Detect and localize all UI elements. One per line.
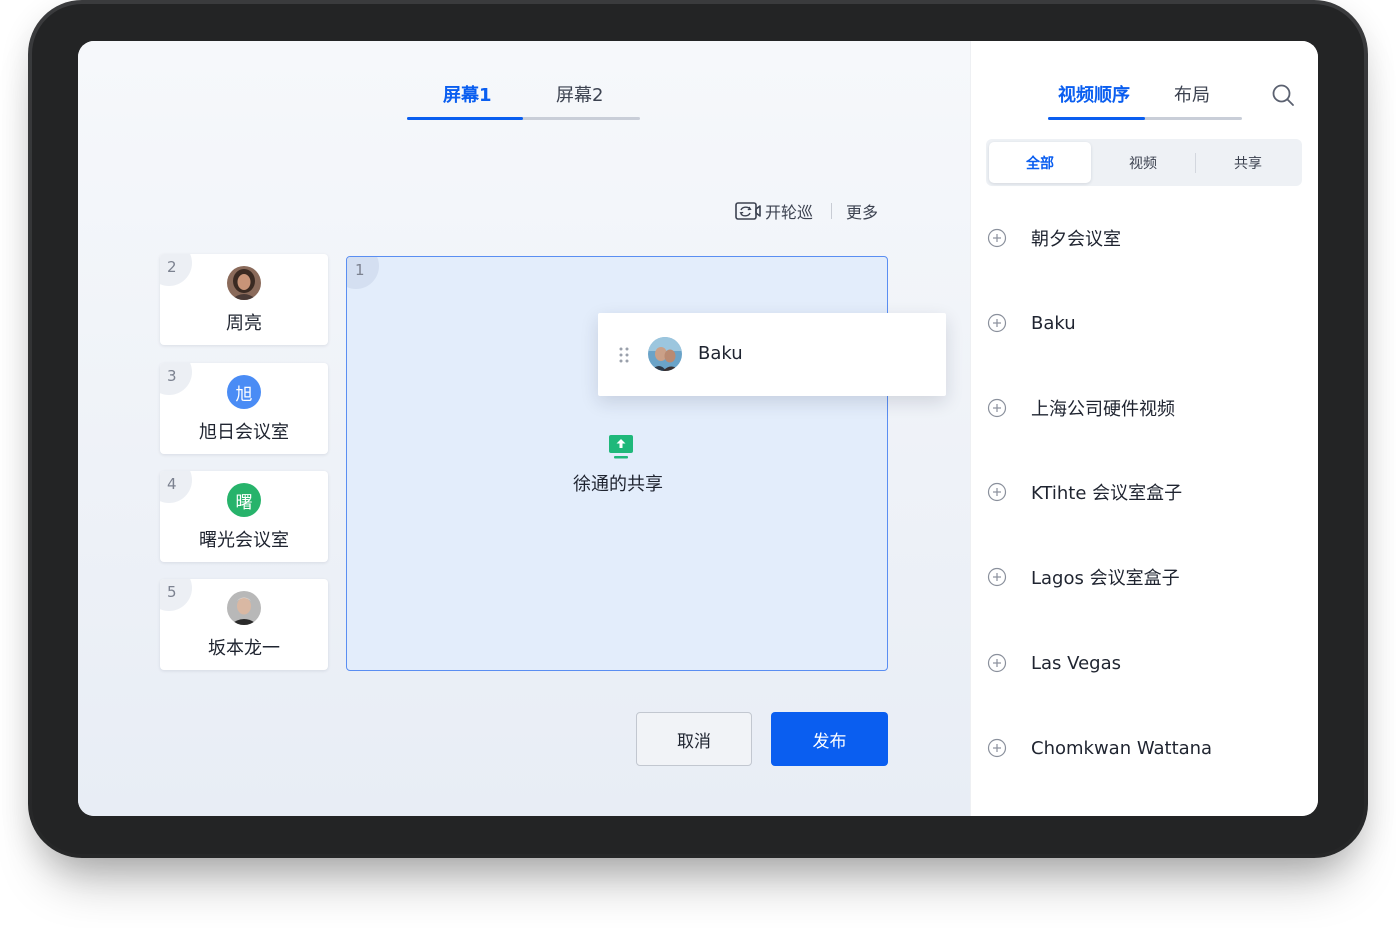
camera-rotate-icon: [735, 202, 761, 220]
list-item[interactable]: 上海公司硬件视频: [987, 393, 1307, 423]
user-photo-icon: [227, 266, 261, 300]
slot-number: 2: [167, 258, 177, 276]
user-photo-icon: [227, 591, 261, 625]
video-order-panel: 视频顺序 布局 全部 视频 共享 朝夕会议室 Baku 上海公司硬件视频 KTi…: [970, 41, 1318, 816]
screen-share-icon: [609, 435, 633, 459]
slot-number: 3: [167, 367, 177, 385]
avatar: [648, 337, 682, 371]
add-circle-icon[interactable]: [987, 313, 1007, 333]
add-circle-icon[interactable]: [987, 228, 1007, 248]
list-item-label: KTihte 会议室盒子: [1031, 483, 1183, 504]
rotate-label: 开轮巡: [765, 203, 814, 222]
add-circle-icon[interactable]: [987, 567, 1007, 587]
layout-editor: 屏幕1 屏幕2 开轮巡 更多 2 周亮 3 旭 旭日会议室 4 曙 曙光会议室 …: [78, 41, 970, 816]
app-screen: 屏幕1 屏幕2 开轮巡 更多 2 周亮 3 旭 旭日会议室 4 曙 曙光会议室 …: [78, 41, 1318, 816]
filter-video[interactable]: 视频: [1092, 142, 1194, 183]
drag-handle-icon[interactable]: [618, 346, 630, 364]
list-item[interactable]: KTihte 会议室盒子: [987, 477, 1307, 507]
add-circle-icon[interactable]: [987, 653, 1007, 673]
tab-layout[interactable]: 布局: [1174, 81, 1210, 111]
filter-all[interactable]: 全部: [989, 142, 1091, 183]
tab-screen-1[interactable]: 屏幕1: [443, 81, 492, 111]
segment-divider: [1195, 153, 1196, 173]
publish-button[interactable]: 发布: [771, 712, 888, 766]
list-item[interactable]: Las Vegas: [987, 648, 1307, 678]
avatar: 旭: [227, 375, 261, 409]
slot-number: 4: [167, 475, 177, 493]
slot-name: 坂本龙一: [208, 638, 280, 659]
layout-slot-3[interactable]: 3 旭 旭日会议室: [160, 363, 328, 454]
layout-slot-4[interactable]: 4 曙 曙光会议室: [160, 471, 328, 562]
list-item-label: 上海公司硬件视频: [1031, 399, 1175, 420]
add-circle-icon[interactable]: [987, 482, 1007, 502]
add-circle-icon[interactable]: [987, 738, 1007, 758]
list-item[interactable]: Lagos 会议室盒子: [987, 562, 1307, 592]
toolbar: 开轮巡 更多: [735, 199, 878, 223]
cancel-button[interactable]: 取消: [636, 712, 752, 766]
tabs-active-indicator: [407, 117, 523, 120]
list-item-label: Lagos 会议室盒子: [1031, 568, 1180, 589]
toolbar-divider: [831, 203, 833, 219]
user-photo-icon: [648, 337, 682, 371]
rotate-button[interactable]: 开轮巡: [735, 199, 813, 223]
more-button[interactable]: 更多: [846, 199, 878, 223]
list-item-label: Las Vegas: [1031, 652, 1121, 674]
panel-tabs: 视频顺序 布局: [1048, 81, 1242, 123]
slot-number: 1: [355, 261, 365, 279]
avatar: [227, 591, 261, 625]
layout-slot-2[interactable]: 2 周亮: [160, 254, 328, 345]
avatar: [227, 266, 261, 300]
list-item[interactable]: 朝夕会议室: [987, 223, 1307, 253]
list-item[interactable]: Baku: [987, 308, 1307, 338]
participant-name: Baku: [698, 343, 743, 364]
avatar: 曙: [227, 483, 261, 517]
tab-screen-2[interactable]: 屏幕2: [556, 81, 603, 111]
tabs-active-indicator: [1048, 117, 1145, 120]
filter-share[interactable]: 共享: [1197, 142, 1299, 183]
share-label: 徐通的共享: [573, 474, 663, 495]
slot-name: 曙光会议室: [199, 530, 289, 551]
slot-number: 5: [167, 583, 177, 601]
list-item[interactable]: Chomkwan Wattana: [987, 733, 1307, 763]
screen-tabs: 屏幕1 屏幕2: [407, 81, 640, 123]
add-circle-icon[interactable]: [987, 398, 1007, 418]
list-item-label: 朝夕会议室: [1031, 229, 1121, 250]
dragging-participant-card[interactable]: Baku: [598, 313, 946, 396]
list-item-label: Baku: [1031, 312, 1076, 334]
layout-slot-5[interactable]: 5 坂本龙一: [160, 579, 328, 670]
tab-video-order[interactable]: 视频顺序: [1058, 81, 1130, 111]
slot-name: 周亮: [226, 313, 262, 334]
slot-name: 旭日会议室: [199, 422, 289, 443]
search-icon[interactable]: [1271, 83, 1295, 107]
filter-segmented-control: 全部 视频 共享: [986, 139, 1302, 186]
list-item-label: Chomkwan Wattana: [1031, 737, 1213, 759]
